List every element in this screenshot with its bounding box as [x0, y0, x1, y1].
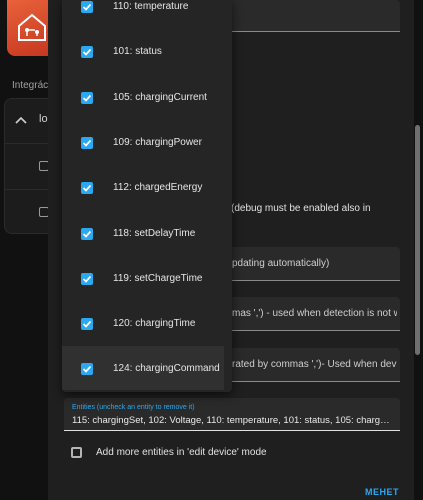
checkbox-checked-icon[interactable]: [81, 137, 93, 149]
debug-text: (debug must be enabled also in: [231, 203, 371, 214]
list-item-label: 105: chargingCurrent: [113, 92, 207, 103]
list-item-label: 118: setDelayTime: [113, 228, 196, 239]
screen: Integráció loc (debug must be enabled al…: [0, 0, 423, 500]
list-item[interactable]: 101: status: [62, 30, 224, 74]
separator-field[interactable]: mas ',') - used when detection is not wo…: [208, 297, 400, 331]
checkbox-checked-icon[interactable]: [81, 1, 93, 13]
list-item[interactable]: 105: chargingCurrent: [62, 75, 224, 119]
commas-field-text: rated by commas ',')- Used when devi…: [232, 359, 397, 370]
dialog-scrollbar-thumb[interactable]: [415, 125, 420, 355]
chevron-up-icon[interactable]: [15, 111, 27, 129]
checkbox-checked-icon[interactable]: [81, 182, 93, 194]
list-item[interactable]: 109: chargingPower: [62, 120, 224, 164]
list-item[interactable]: 120: chargingTime: [62, 301, 224, 345]
entities-value[interactable]: 115: chargingSet, 102: Voltage, 110: tem…: [72, 415, 390, 426]
checkbox-checked-icon[interactable]: [81, 92, 93, 104]
add-more-checkbox[interactable]: [71, 447, 82, 458]
submit-button[interactable]: MEHET: [365, 487, 399, 497]
list-item-label: 124: chargingCommand: [113, 363, 220, 374]
list-item-label: 119: setChargeTime: [113, 273, 203, 284]
list-item-label: 109: chargingPower: [113, 137, 202, 148]
list-item-label: 110: temperature: [113, 1, 189, 12]
dialog-scrollbar[interactable]: [415, 0, 421, 500]
checkbox-checked-icon[interactable]: [81, 273, 93, 285]
list-item-label: 112: chargedEnergy: [113, 182, 203, 193]
separator-field-text: mas ',') - used when detection is not wo…: [232, 308, 397, 319]
checkbox-checked-icon[interactable]: [81, 228, 93, 240]
checkbox-checked-icon[interactable]: [81, 46, 93, 58]
updating-field[interactable]: pdating automatically): [208, 247, 400, 281]
top-field[interactable]: [208, 0, 400, 32]
list-item-label: 101: status: [113, 46, 162, 57]
entities-field[interactable]: Entities (uncheck an entity to remove it…: [64, 398, 400, 431]
checkbox-checked-icon[interactable]: [81, 318, 93, 330]
list-item[interactable]: 118: setDelayTime: [62, 210, 224, 254]
updating-field-text: pdating automatically): [232, 258, 330, 269]
list-item[interactable]: 124: chargingCommand: [62, 346, 224, 390]
list-item[interactable]: 110: temperature: [62, 0, 224, 29]
entities-label: Entities (uncheck an entity to remove it…: [72, 404, 195, 411]
list-item-label: 120: chargingTime: [113, 318, 196, 329]
add-more-label: Add more entities in 'edit device' mode: [96, 447, 267, 458]
entity-dropdown-list: 110: temperature 101: status 105: chargi…: [62, 0, 232, 392]
list-item[interactable]: 112: chargedEnergy: [62, 165, 224, 209]
commas-field[interactable]: rated by commas ',')- Used when devi…: [208, 348, 400, 382]
checkbox-checked-icon[interactable]: [81, 363, 93, 375]
list-item[interactable]: 119: setChargeTime: [62, 256, 224, 300]
